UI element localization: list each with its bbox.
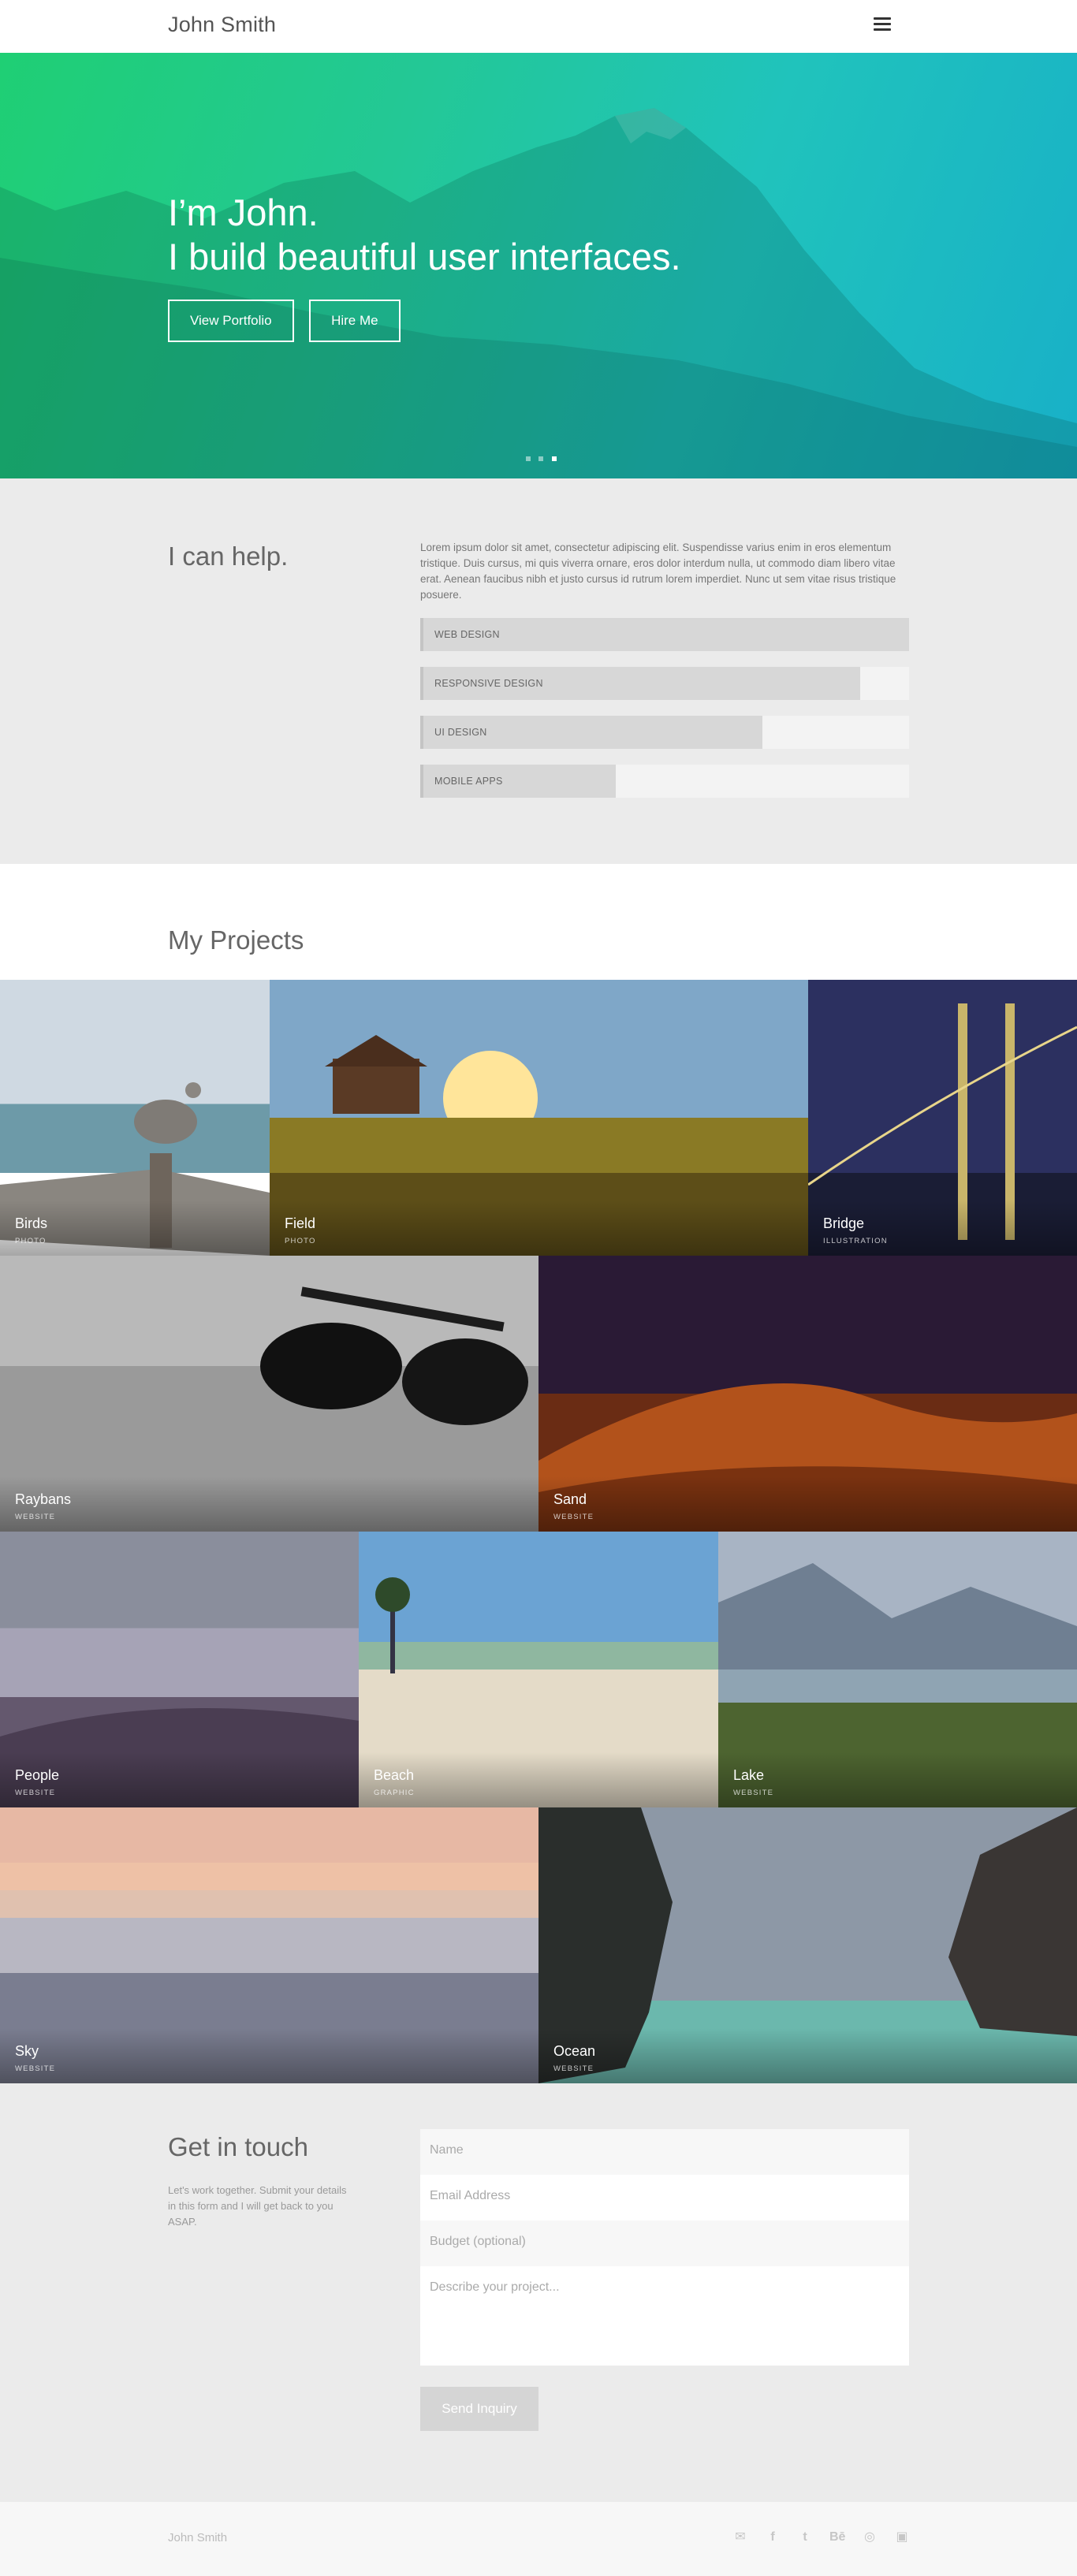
skill-label: MOBILE APPS — [434, 776, 503, 787]
slider-dots — [526, 451, 561, 465]
social-links: ✉ f t Bē ◎ ▣ — [732, 2529, 926, 2545]
help-section: I can help. Lorem ipsum dolor sit amet, … — [0, 478, 1077, 864]
tile-shade — [0, 2028, 538, 2083]
facebook-icon[interactable]: f — [765, 2529, 781, 2545]
hero-line-1: I’m John. — [168, 192, 319, 233]
twitter-icon[interactable]: t — [797, 2529, 813, 2545]
project-category: PHOTO — [285, 1237, 316, 1245]
skill-bar: MOBILE APPS — [420, 765, 909, 798]
project-name: Beach — [374, 1767, 415, 1783]
dribbble-icon[interactable]: ◎ — [862, 2529, 878, 2545]
project-name: People — [15, 1767, 60, 1783]
project-category: WEBSITE — [15, 1513, 56, 1521]
project-tile[interactable]: Birds PHOTO — [0, 980, 270, 1256]
project-category: WEBSITE — [15, 1789, 56, 1797]
contact-description: Let's work together. Submit your details… — [168, 2184, 347, 2228]
tile-shade — [538, 2028, 1077, 2083]
project-tile[interactable]: People WEBSITE — [0, 1532, 359, 1807]
projects-header: My Projects — [0, 864, 1077, 980]
name-field[interactable]: Name — [420, 2129, 909, 2175]
project-name: Sand — [553, 1491, 587, 1507]
behance-icon[interactable]: Bē — [829, 2529, 845, 2545]
slider-dot[interactable] — [538, 456, 544, 461]
project-tile[interactable]: Raybans WEBSITE — [0, 1256, 538, 1532]
slider-dot-active[interactable] — [551, 456, 557, 461]
project-category: WEBSITE — [553, 2064, 594, 2073]
projects-title: My Projects — [168, 925, 304, 955]
hero-headline: I’m John. I build beautiful user interfa… — [168, 191, 681, 279]
project-name: Field — [285, 1215, 316, 1231]
tile-shade — [538, 1476, 1077, 1532]
skill-bar: RESPONSIVE DESIGN — [420, 667, 909, 700]
hero-buttons: View Portfolio Hire Me — [168, 300, 412, 342]
project-name: Ocean — [553, 2043, 596, 2059]
skill-bar: WEB DESIGN — [420, 618, 909, 651]
budget-field[interactable]: Budget (optional) — [420, 2220, 909, 2266]
project-tile[interactable]: Lake WEBSITE — [718, 1532, 1077, 1807]
send-inquiry-button[interactable]: Send Inquiry — [420, 2387, 538, 2431]
email-field[interactable]: Email Address — [420, 2175, 909, 2220]
help-title: I can help. — [168, 542, 289, 571]
project-category: GRAPHIC — [374, 1789, 415, 1797]
mail-icon[interactable]: ✉ — [732, 2529, 748, 2545]
project-tile[interactable]: Sand WEBSITE — [538, 1256, 1077, 1532]
project-tile[interactable]: Ocean WEBSITE — [538, 1807, 1077, 2083]
project-tile[interactable]: Beach GRAPHIC — [359, 1532, 718, 1807]
slider-dot[interactable] — [526, 456, 531, 461]
site-brand[interactable]: John Smith — [168, 13, 276, 37]
project-name: Bridge — [823, 1215, 865, 1231]
site-header: John Smith — [0, 0, 1077, 53]
project-tile[interactable]: Sky WEBSITE — [0, 1807, 538, 2083]
project-name: Birds — [15, 1215, 48, 1231]
site-footer: John Smith ✉ f t Bē ◎ ▣ — [0, 2502, 1077, 2576]
project-description-field[interactable]: Describe your project... — [420, 2266, 909, 2366]
tile-shade — [270, 1201, 808, 1256]
project-category: WEBSITE — [15, 2064, 56, 2073]
project-name: Lake — [733, 1767, 765, 1783]
help-description: Lorem ipsum dolor sit amet, consectetur … — [420, 542, 896, 601]
skill-label: WEB DESIGN — [434, 629, 500, 640]
project-category: WEBSITE — [733, 1789, 774, 1797]
view-portfolio-button[interactable]: View Portfolio — [168, 300, 294, 342]
project-grid: Birds PHOTO Field PHOTO Bridge ILLUSTRATION Ra… — [0, 980, 1077, 2083]
project-category: ILLUSTRATION — [823, 1237, 888, 1245]
skill-label: RESPONSIVE DESIGN — [434, 678, 543, 689]
skill-label: UI DESIGN — [434, 727, 487, 738]
contact-section: Get in touch Let's work together. Submit… — [0, 2083, 1077, 2502]
skill-bar: UI DESIGN — [420, 716, 909, 749]
tile-shade — [0, 1476, 538, 1532]
footer-brand[interactable]: John Smith — [168, 2531, 227, 2544]
project-category: PHOTO — [15, 1237, 47, 1245]
hamburger-menu-icon[interactable] — [874, 17, 891, 32]
hire-me-button[interactable]: Hire Me — [309, 300, 401, 342]
hero-line-2: I build beautiful user interfaces. — [168, 236, 681, 277]
contact-title: Get in touch — [168, 2132, 308, 2161]
project-category: WEBSITE — [553, 1513, 594, 1521]
hero-section: I’m John. I build beautiful user interfa… — [0, 53, 1077, 478]
tile-shade — [718, 1752, 1077, 1807]
project-tile[interactable]: Field PHOTO — [270, 980, 808, 1256]
instagram-icon[interactable]: ▣ — [894, 2529, 910, 2545]
project-name: Sky — [15, 2043, 39, 2059]
project-name: Raybans — [15, 1491, 72, 1507]
project-tile[interactable]: Bridge ILLUSTRATION — [808, 980, 1077, 1256]
